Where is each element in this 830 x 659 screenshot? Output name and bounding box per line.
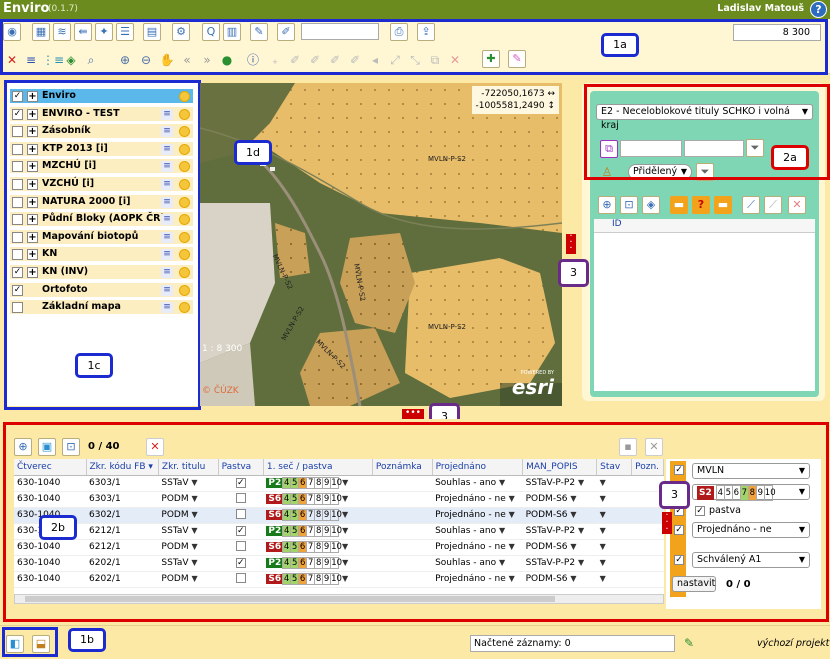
question-icon[interactable]: ?	[692, 196, 710, 214]
records-field: Načtené záznamy: 0	[470, 635, 675, 652]
scale-label: 1 : 8 300	[202, 344, 243, 354]
callout-1d: 1d	[234, 140, 272, 165]
project-label[interactable]: výchozí projekt	[757, 638, 829, 649]
attribution: © ČÚZK	[202, 386, 239, 396]
frame-1b	[2, 627, 58, 657]
zoom-extent-icon[interactable]: ⊕	[598, 196, 616, 214]
zoom-selection-icon[interactable]: ⊡	[620, 196, 638, 214]
folder-icon[interactable]: ▬	[670, 196, 688, 214]
user-name[interactable]: Ladislav Matouš	[717, 3, 804, 14]
callout-1c: 1c	[75, 353, 113, 378]
callout-1a: 1a	[601, 33, 639, 57]
coord-y: -1005581,2490 ↕	[475, 101, 556, 111]
close-icon[interactable]: ✕	[788, 196, 806, 214]
esri-logo: esri	[511, 375, 554, 399]
resize-handle-filter[interactable]: · · ·	[662, 511, 672, 535]
title-bar: Enviro (0.1.7) Ladislav Matouš ?	[0, 0, 830, 19]
frame-1a	[0, 19, 828, 75]
frame-2b	[3, 422, 829, 622]
select-clear-icon[interactable]: ⟋	[764, 196, 782, 214]
footer: ◧ ⬓ Načtené záznamy: 0 ✎ výchozí projekt	[0, 625, 830, 659]
select-tool-icon[interactable]: ⟋	[742, 196, 760, 214]
results-table: ID	[594, 219, 815, 391]
parcel-label: MVLN-P-S2	[428, 155, 466, 163]
help-icon[interactable]: ?	[810, 1, 827, 18]
map-view[interactable]: -722050,1673 ↔ -1005581,2490 ↕ MVLN-P-S2…	[200, 83, 562, 406]
resize-handle-vertical[interactable]: · · ·	[566, 232, 576, 254]
app-version: (0.1.7)	[48, 4, 78, 14]
callout-1b: 1b	[68, 628, 106, 652]
results-section: ⊕ ⊡ ◈ ▬ ? ▬ ⟋ ⟋ ✕ ID	[590, 189, 819, 397]
callout-3-side: 3	[558, 259, 589, 287]
pin-icon[interactable]: ✎	[680, 634, 698, 652]
app-title: Enviro	[3, 1, 50, 16]
parcel-label: MVLN-P-S2	[428, 323, 466, 331]
callout-2a: 2a	[771, 145, 809, 170]
resize-handle-horizontal[interactable]: •••	[402, 409, 424, 419]
coordinates-readout: -722050,1673 ↔ -1005581,2490 ↕	[471, 86, 559, 114]
coord-x: -722050,1673 ↔	[481, 89, 555, 99]
folder-out-icon[interactable]: ▬	[714, 196, 732, 214]
map-image	[200, 83, 562, 406]
callout-2b: 2b	[39, 515, 77, 540]
zoom-feature-icon[interactable]: ◈	[642, 196, 660, 214]
id-header[interactable]: ID	[594, 219, 815, 233]
callout-3-grid: 3	[659, 481, 690, 509]
